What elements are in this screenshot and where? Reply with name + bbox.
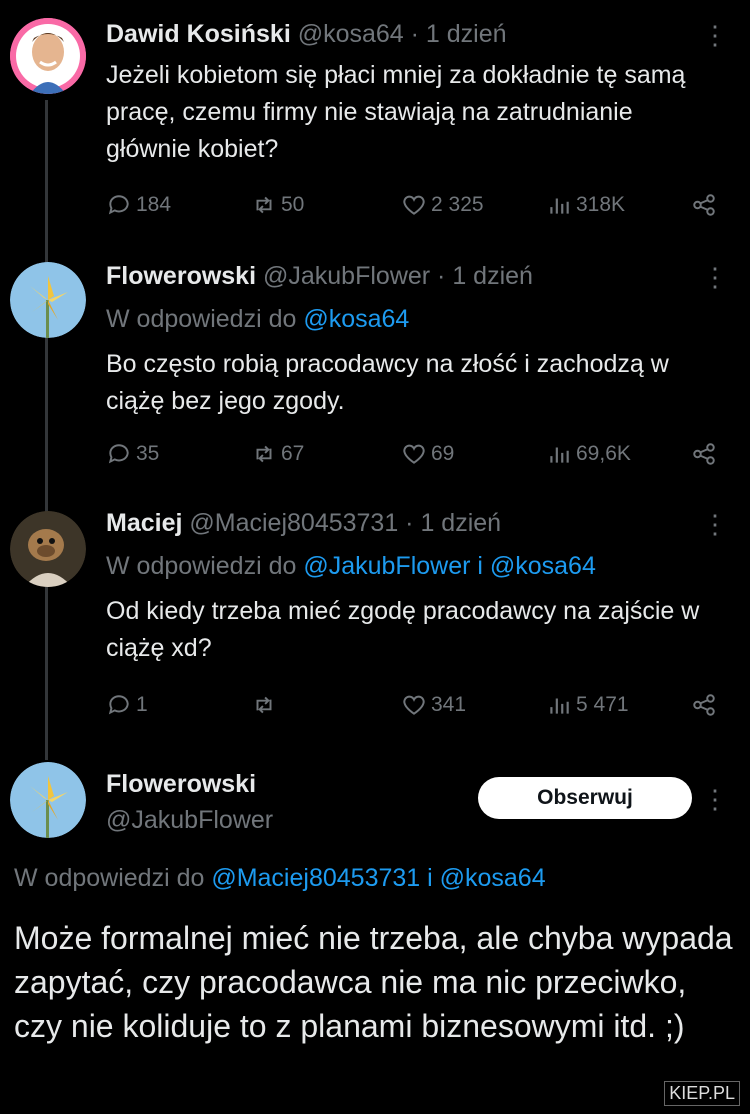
avatar[interactable] xyxy=(10,262,86,338)
share-icon xyxy=(693,443,715,465)
tweet-text: Od kiedy trzeba mieć zgodę pracodawcy na… xyxy=(106,597,700,662)
views-icon xyxy=(550,447,569,463)
reply-target-link[interactable]: @kosa64 xyxy=(303,305,409,333)
tweet-maciej[interactable]: Maciej @Maciej80453731 · 1 dzień ⋮ W odp… xyxy=(0,495,750,745)
like-count: 69 xyxy=(431,442,455,465)
reply-context: W odpowiedzi do @kosa64 xyxy=(106,305,409,334)
reply-button[interactable]: 35 xyxy=(106,441,159,467)
tweet-header: Dawid Kosiński @kosa64 · 1 dzień xyxy=(106,20,507,49)
reply-context: W odpowiedzi do @JakubFlower i @kosa64 xyxy=(106,552,596,581)
author-meta[interactable]: @JakubFlower · 1 dzień xyxy=(263,262,533,290)
tweet-text: Może formalnej mieć nie trzeba, ale chyb… xyxy=(14,920,733,1044)
tweet-actions: 35 67 69 69,6K xyxy=(106,441,726,473)
author-name[interactable]: Flowerowski xyxy=(106,770,256,799)
reply-count: 184 xyxy=(136,193,172,216)
heart-icon xyxy=(403,695,425,715)
tweet-text: Jeżeli kobietom się płaci mniej za dokła… xyxy=(106,61,686,163)
avatar[interactable] xyxy=(10,18,86,94)
watermark-logo: KIEP.PL xyxy=(664,1081,740,1106)
share-button[interactable] xyxy=(691,692,717,718)
reply-prefix: W odpowiedzi do xyxy=(14,864,212,892)
retweet-icon xyxy=(256,445,272,463)
retweet-count: 67 xyxy=(281,442,305,465)
avatar[interactable] xyxy=(10,762,86,838)
views-button[interactable]: 318K xyxy=(546,192,625,218)
retweet-button[interactable]: 50 xyxy=(251,192,304,218)
tweet-jakubflower[interactable]: Flowerowski @JakubFlower · 1 dzień ⋮ W o… xyxy=(0,250,750,495)
reply-button[interactable]: 1 xyxy=(106,692,148,718)
views-icon xyxy=(550,198,569,214)
reply-prefix: W odpowiedzi do xyxy=(106,552,304,580)
reply-icon xyxy=(108,444,129,464)
retweet-count: 50 xyxy=(281,193,305,216)
share-button[interactable] xyxy=(691,441,717,467)
like-button[interactable]: 69 xyxy=(401,441,454,467)
like-button[interactable]: 341 xyxy=(401,692,466,718)
retweet-icon xyxy=(256,196,272,214)
views-button[interactable]: 69,6K xyxy=(546,441,631,467)
share-button[interactable] xyxy=(691,192,717,218)
reply-icon xyxy=(108,195,129,215)
tweet-actions: 184 50 2 325 318K xyxy=(106,192,726,224)
heart-icon xyxy=(403,195,425,215)
like-count: 341 xyxy=(431,693,467,716)
reply-count: 1 xyxy=(136,693,148,716)
avatar[interactable] xyxy=(10,511,86,587)
share-icon xyxy=(693,694,715,716)
author-meta[interactable]: @Maciej80453731 · 1 dzień xyxy=(189,509,501,537)
tweet-text: Bo często robią pracodawcy na złość i za… xyxy=(106,350,669,415)
view-count: 318K xyxy=(576,193,626,216)
retweet-button[interactable] xyxy=(251,692,281,718)
more-options-icon[interactable]: ⋮ xyxy=(702,786,728,812)
like-button[interactable]: 2 325 xyxy=(401,192,484,218)
reply-context: W odpowiedzi do @Maciej80453731 i @kosa6… xyxy=(14,864,546,893)
view-count: 5 471 xyxy=(576,693,629,716)
view-count: 69,6K xyxy=(576,442,631,465)
reply-target-link[interactable]: @JakubFlower i @kosa64 xyxy=(303,552,596,580)
views-icon xyxy=(550,698,569,714)
author-name[interactable]: Flowerowski xyxy=(106,262,256,290)
follow-button[interactable]: Obserwuj xyxy=(478,777,692,819)
author-name[interactable]: Maciej xyxy=(106,509,182,537)
more-options-icon[interactable]: ⋮ xyxy=(702,264,728,290)
tweet-header: Maciej @Maciej80453731 · 1 dzień xyxy=(106,509,501,538)
reply-prefix: W odpowiedzi do xyxy=(106,305,304,333)
like-count: 2 325 xyxy=(431,193,484,216)
retweet-icon xyxy=(256,696,272,714)
tweet-actions: 1 341 5 471 xyxy=(106,692,726,724)
reply-button[interactable]: 184 xyxy=(106,192,171,218)
tweet-kosa64[interactable]: Dawid Kosiński @kosa64 · 1 dzień ⋮ Jeżel… xyxy=(0,0,750,250)
more-options-icon[interactable]: ⋮ xyxy=(702,511,728,537)
author-name[interactable]: Dawid Kosiński xyxy=(106,20,291,48)
more-options-icon[interactable]: ⋮ xyxy=(702,22,728,48)
author-handle[interactable]: @JakubFlower xyxy=(106,806,273,835)
retweet-button[interactable]: 67 xyxy=(251,441,304,467)
reply-icon xyxy=(108,695,129,715)
author-meta[interactable]: @kosa64 · 1 dzień xyxy=(298,20,507,48)
tweet-header: Flowerowski @JakubFlower · 1 dzień xyxy=(106,262,533,291)
share-icon xyxy=(693,194,715,216)
reply-target-link[interactable]: @Maciej80453731 i @kosa64 xyxy=(211,864,545,892)
reply-count: 35 xyxy=(136,442,160,465)
heart-icon xyxy=(403,444,425,464)
views-button[interactable]: 5 471 xyxy=(546,692,629,718)
